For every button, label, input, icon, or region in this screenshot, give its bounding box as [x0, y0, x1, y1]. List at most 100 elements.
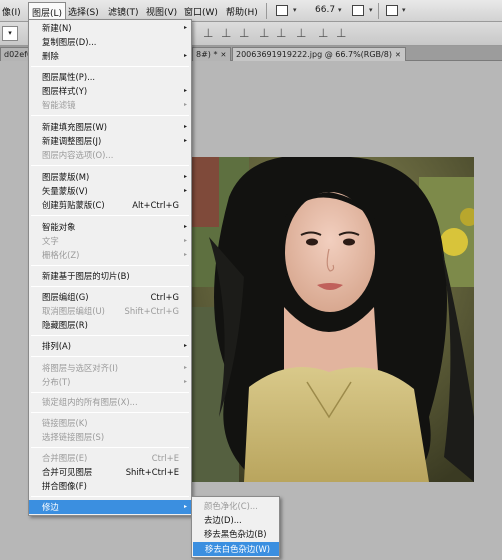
- menu-item-color-decontaminate[interactable]: 颜色净化(C)...: [192, 499, 279, 513]
- menu-item-layer-content-options[interactable]: 图层内容选项(O)...: [29, 148, 191, 162]
- distribute-icon[interactable]: ⊥: [318, 27, 328, 39]
- menu-item-rasterize[interactable]: 栅格化(Z) ▸: [29, 248, 191, 262]
- tab-title: 8#) *: [196, 50, 218, 59]
- align-icon[interactable]: ⊥: [239, 27, 249, 39]
- screen-mode-icon[interactable]: [276, 5, 288, 16]
- menu-separator: [31, 265, 189, 266]
- menu-item-defringe[interactable]: 去边(D)...: [192, 513, 279, 527]
- close-icon[interactable]: ✕: [220, 51, 226, 59]
- menu-item-remove-black-matte[interactable]: 移去黑色杂边(B): [192, 527, 279, 541]
- menu-item-new-adjustment-layer[interactable]: 新建调整图层(J) ▸: [29, 134, 191, 148]
- menu-item-create-clipping-mask[interactable]: 创建剪贴蒙版(C) Alt+Ctrl+G: [29, 198, 191, 212]
- menu-separator: [31, 447, 189, 448]
- menu-item-remove-white-matte[interactable]: 移去白色杂边(W): [193, 542, 279, 556]
- menu-window[interactable]: 窗口(W): [184, 5, 218, 18]
- menu-item-duplicate-layer[interactable]: 复制图层(D)...: [29, 35, 191, 49]
- menu-item-new-layer-based-slice[interactable]: 新建基于图层的切片(B): [29, 269, 191, 283]
- menu-separator: [31, 215, 189, 216]
- submenu-arrow-icon: ▸: [183, 237, 187, 244]
- menu-item-smart-filter[interactable]: 智能滤镜 ▸: [29, 98, 191, 112]
- submenu-arrow-icon: ▸: [183, 101, 187, 108]
- menu-item-layer-properties[interactable]: 图层属性(P)...: [29, 70, 191, 84]
- submenu-arrow-icon: ▸: [183, 87, 187, 94]
- menu-view[interactable]: 视图(V): [146, 5, 177, 18]
- menu-filter[interactable]: 滤镜(T): [108, 5, 139, 18]
- menu-item-arrange[interactable]: 排列(A) ▸: [29, 339, 191, 353]
- menu-item-new[interactable]: 新建(N) ▸: [29, 21, 191, 35]
- menu-item-distribute[interactable]: 分布(T) ▸: [29, 375, 191, 389]
- menubar-divider: [266, 3, 267, 19]
- menu-separator: [31, 496, 189, 497]
- hand-tool-dropdown-icon[interactable]: ▾: [369, 6, 373, 14]
- shortcut-label: Shift+Ctrl+E: [125, 467, 179, 477]
- menu-item-layer-style[interactable]: 图层样式(Y) ▸: [29, 84, 191, 98]
- document-tab[interactable]: 20063691919222.jpg @ 66.7%(RGB/8) ✕: [232, 47, 406, 61]
- menu-separator: [31, 165, 189, 166]
- document-tab[interactable]: 8#) * ✕: [192, 47, 232, 61]
- submenu-arrow-icon: ▸: [183, 52, 187, 59]
- menu-separator: [31, 286, 189, 287]
- menu-separator: [31, 335, 189, 336]
- submenu-arrow-icon: ▸: [183, 24, 187, 31]
- menu-item-link-layers[interactable]: 链接图层(K): [29, 416, 191, 430]
- zoom-level[interactable]: 66.7: [315, 5, 335, 15]
- submenu-arrow-icon: ▸: [183, 364, 187, 371]
- shortcut-label: Alt+Ctrl+G: [132, 200, 179, 210]
- shortcut-label: Shift+Ctrl+G: [124, 306, 179, 316]
- tool-preset-picker[interactable]: ▾: [2, 26, 18, 41]
- menu-item-type[interactable]: 文字 ▸: [29, 234, 191, 248]
- menu-select[interactable]: 选择(S): [68, 5, 99, 18]
- screen-mode-dropdown-icon[interactable]: ▾: [293, 6, 297, 14]
- hand-tool-icon[interactable]: [352, 5, 364, 16]
- layer-menu: 新建(N) ▸ 复制图层(D)... 删除 ▸ 图层属性(P)... 图层样式(Y)…: [28, 19, 192, 516]
- distribute-icon[interactable]: ⊥: [336, 27, 346, 39]
- submenu-arrow-icon: ▸: [183, 187, 187, 194]
- menu-item-delete[interactable]: 删除 ▸: [29, 49, 191, 63]
- menu-item-align-layers-to-selection[interactable]: 将图层与选区对齐(I) ▸: [29, 361, 191, 375]
- submenu-arrow-icon: ▸: [183, 342, 187, 349]
- submenu-arrow-icon: ▸: [183, 173, 187, 180]
- submenu-arrow-icon: ▸: [183, 223, 187, 230]
- submenu-arrow-icon: ▸: [183, 137, 187, 144]
- menubar-divider: [378, 3, 379, 19]
- menu-item-flatten-image[interactable]: 拼合图像(F): [29, 479, 191, 493]
- distribute-icon[interactable]: ⊥: [276, 27, 286, 39]
- menu-item-merge-layers[interactable]: 合并图层(E) Ctrl+E: [29, 451, 191, 465]
- menu-separator: [31, 356, 189, 357]
- submenu-arrow-icon: ▸: [183, 378, 187, 385]
- menu-separator: [31, 115, 189, 116]
- portrait-image: [189, 157, 474, 482]
- menu-image[interactable]: 像(I): [2, 5, 21, 18]
- submenu-arrow-icon: ▸: [183, 251, 187, 258]
- menu-item-group-layers[interactable]: 图层编组(G) Ctrl+G: [29, 290, 191, 304]
- tab-title: 20063691919222.jpg @ 66.7%(RGB/8): [236, 50, 392, 59]
- distribute-icon[interactable]: ⊥: [259, 27, 269, 39]
- shortcut-label: Ctrl+E: [151, 453, 179, 463]
- distribute-icon[interactable]: ⊥: [296, 27, 306, 39]
- menu-layer[interactable]: 图层(L): [28, 2, 67, 20]
- menu-item-layer-mask[interactable]: 图层蒙版(M) ▸: [29, 170, 191, 184]
- menu-separator: [31, 412, 189, 413]
- menu-item-lock-all-layers-in-group[interactable]: 锁定组内的所有图层(X)...: [29, 395, 191, 409]
- zoom-dropdown-icon[interactable]: ▾: [338, 6, 342, 14]
- submenu-arrow-icon: ▸: [183, 503, 187, 510]
- menu-item-matting[interactable]: 修边 ▸: [29, 500, 191, 514]
- menu-item-smart-object[interactable]: 智能对象 ▸: [29, 220, 191, 234]
- menu-item-select-linked-layers[interactable]: 选择链接图层(S): [29, 430, 191, 444]
- menu-item-merge-visible[interactable]: 合并可见图层 Shift+Ctrl+E: [29, 465, 191, 479]
- menu-item-hide-layers[interactable]: 隐藏图层(R): [29, 318, 191, 332]
- menu-item-ungroup-layers[interactable]: 取消图层编组(U) Shift+Ctrl+G: [29, 304, 191, 318]
- close-icon[interactable]: ✕: [395, 51, 401, 59]
- shortcut-label: Ctrl+G: [150, 292, 179, 302]
- portrait-photo: [189, 157, 474, 482]
- menu-help[interactable]: 帮助(H): [226, 5, 258, 18]
- matting-submenu: 颜色净化(C)... 去边(D)... 移去黑色杂边(B) 移去白色杂边(W): [191, 496, 280, 558]
- align-icon[interactable]: ⊥: [203, 27, 213, 39]
- arrange-dropdown-icon[interactable]: ▾: [402, 6, 406, 14]
- menu-separator: [31, 66, 189, 67]
- arrange-documents-icon[interactable]: [386, 5, 398, 16]
- menu-item-new-fill-layer[interactable]: 新建填充图层(W) ▸: [29, 120, 191, 134]
- submenu-arrow-icon: ▸: [183, 123, 187, 130]
- menu-item-vector-mask[interactable]: 矢量蒙版(V) ▸: [29, 184, 191, 198]
- align-icon[interactable]: ⊥: [221, 27, 231, 39]
